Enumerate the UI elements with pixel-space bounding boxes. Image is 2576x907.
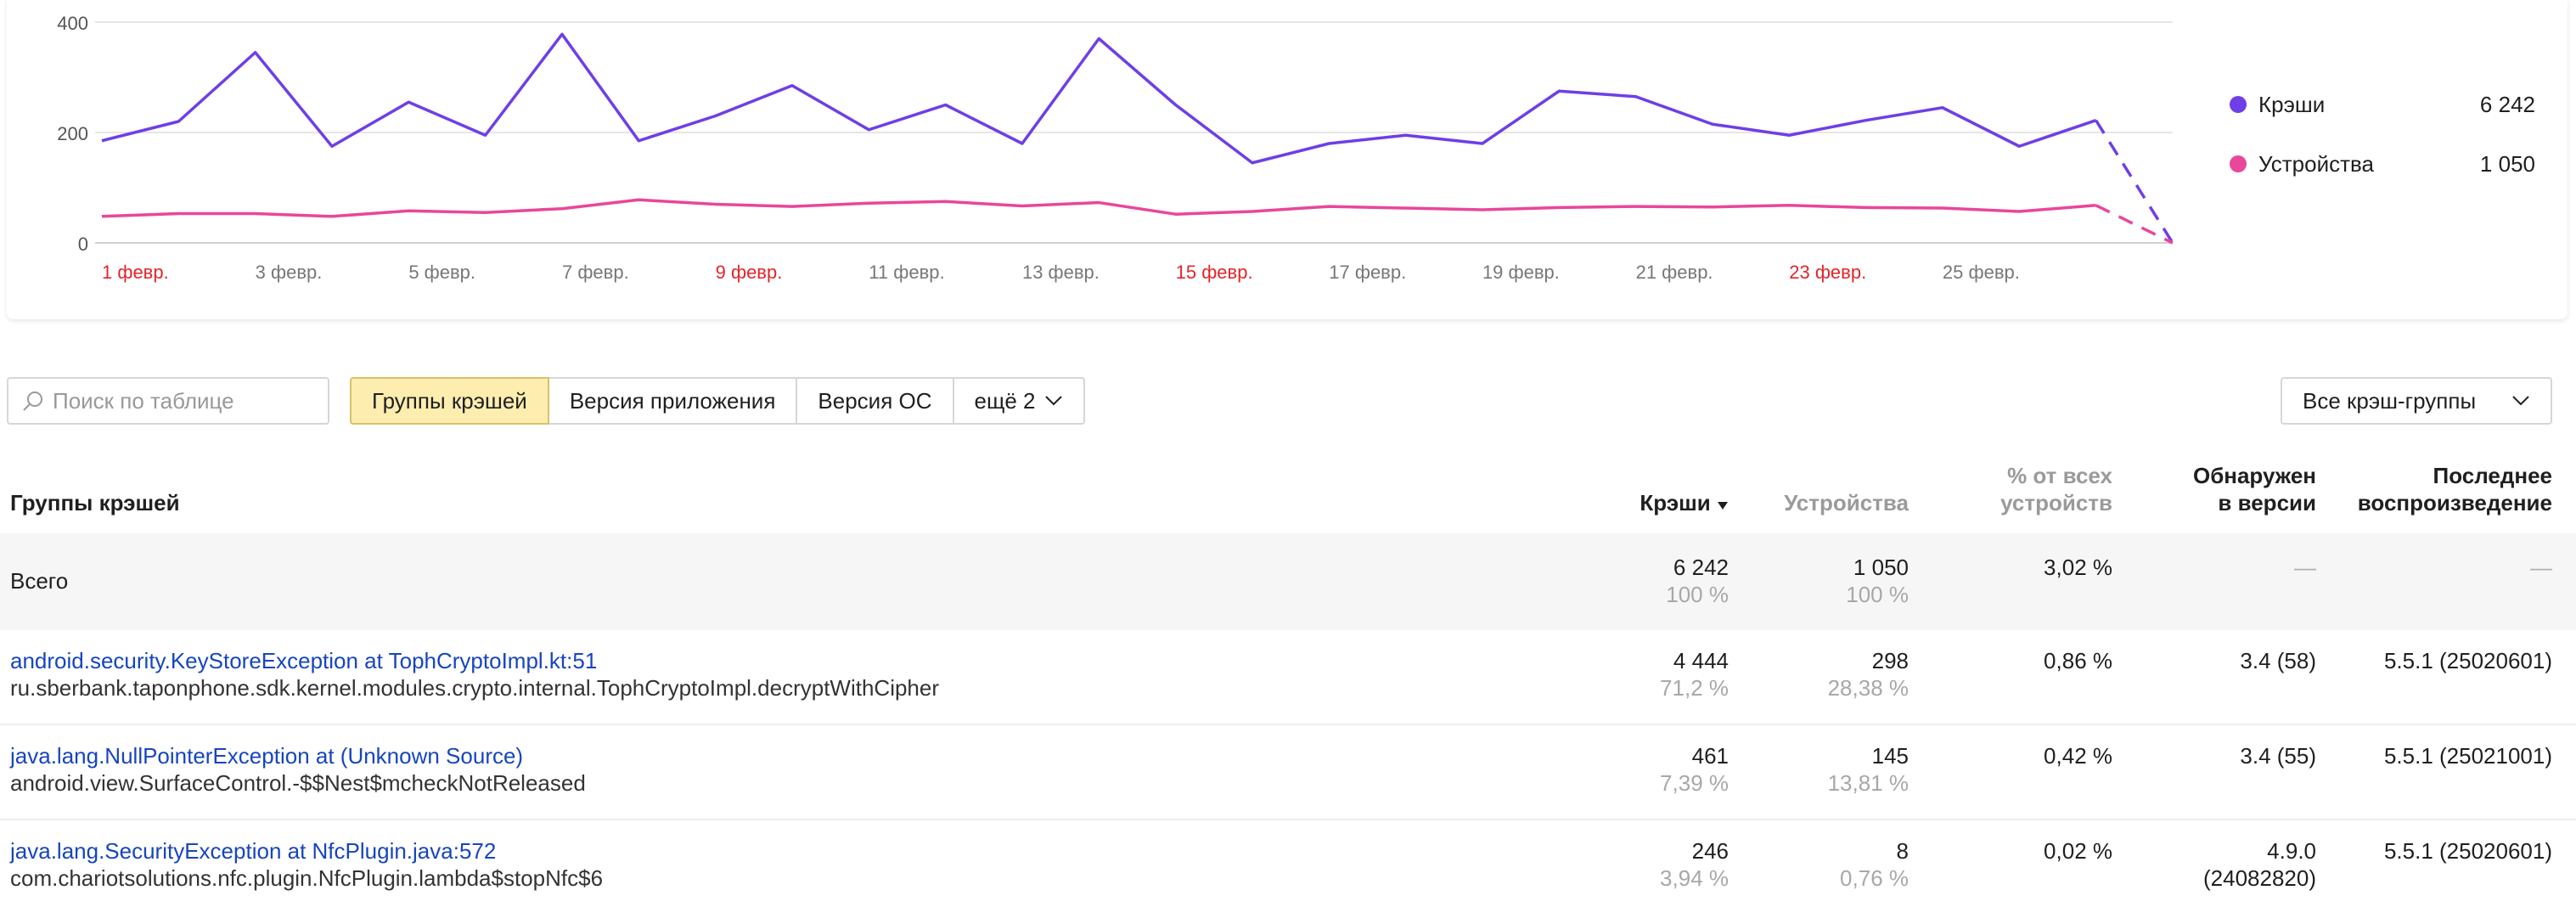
x-tick-label: 7 февр. [562,262,629,283]
crash-group-filter[interactable]: Все крэш-группы [2281,377,2552,425]
found-version-cell: 3.4 (55) [2240,743,2316,769]
chart-card: 0 200 400 1 февр. 3 февр. 5 февр. 7 февр. 9 фев… [7,0,2568,319]
tab-app-version[interactable]: Версия приложения [547,377,798,425]
y-tick-label: 0 [78,234,88,255]
col-header-group[interactable]: Группы крэшей [10,489,180,516]
legend-item-devices[interactable]: Устройства 1 050 [2230,134,2535,194]
crash-group-filter-value: Все крэш-группы [2303,387,2477,414]
total-last: — [2530,555,2552,580]
x-tick-label: 25 февр. [1943,262,2020,283]
tab-label: Версия ОС [818,387,932,414]
crash-chart: 0 200 400 1 февр. 3 февр. 5 февр. 7 февр. 9 фев… [57,13,2174,283]
legend-item-crashes[interactable]: Крэши 6 242 [2230,75,2535,134]
tab-os-version[interactable]: Версия ОС [796,377,954,425]
x-tick-label: 11 февр. [869,262,944,283]
x-tick-label: 19 февр. [1482,262,1560,283]
crash-group-cell: android.security.KeyStoreException at To… [10,647,939,701]
crashes-line [101,32,2097,165]
devices-cell: 8 0,76 % [1840,838,1909,891]
crashes-color-dot [2230,96,2247,113]
x-tick-label: 13 февр. [1022,262,1100,283]
x-tick-label: 15 февр. [1176,262,1253,283]
x-tick-label: 1 февр. [102,262,169,283]
found-version-cell: 4.9.0 (24082820) [2203,838,2316,891]
tab-label: Версия приложения [569,387,776,414]
table-row-total: Всего 6 242 100 % 1 050 100 % 3,02 % — — [0,533,2576,630]
crashes-cell: 461 7,39 % [1660,743,1729,796]
tab-label: ещё 2 [974,387,1036,414]
devices-forecast-line [2095,204,2174,245]
tab-more[interactable]: ещё 2 [952,377,1085,425]
chevron-down-icon [1044,396,1062,406]
legend-label: Крэши [2258,91,2326,117]
crash-group-link[interactable]: android.security.KeyStoreException at To… [10,647,939,674]
total-percent: 3,02 % [2044,555,2112,580]
crash-group-link[interactable]: java.lang.NullPointerException at (Unkno… [10,742,586,769]
y-tick-label: 400 [57,13,88,34]
devices-color-dot [2230,155,2247,172]
x-tick-label: 17 февр. [1329,262,1406,283]
crash-group-cell: java.lang.SecurityException at NfcPlugin… [10,837,603,892]
tab-crash-groups[interactable]: Группы крэшей [350,377,549,425]
col-header-devices[interactable]: Устройства [1732,489,1909,516]
crashes-cell: 4 444 71,2 % [1660,648,1729,701]
found-version-cell: 3.4 (58) [2240,648,2316,673]
x-tick-label: 9 февр. [716,262,783,283]
last-reproduced-cell: 5.5.1 (25020601) [2383,648,2552,673]
col-header-found-in-version[interactable]: Обнаружен в версии [2140,462,2316,516]
table-row[interactable]: java.lang.SecurityException at NfcPlugin… [0,820,2576,907]
col-header-crashes[interactable]: Крэши [1596,489,1729,516]
legend-value: 6 242 [2479,91,2535,117]
search-icon [23,392,42,411]
legend-value: 1 050 [2479,150,2535,177]
crash-table: Группы крэшей Крэши Устройства % от всех… [0,448,2576,907]
percent-cell: 0,42 % [2044,743,2112,769]
table-row[interactable]: android.security.KeyStoreException at To… [0,630,2576,725]
sort-desc-icon [1718,502,1728,510]
total-crashes: 6 242 100 % [1666,555,1729,607]
percent-cell: 0,02 % [2044,838,2112,864]
devices-cell: 145 13,81 % [1827,743,1909,796]
chevron-down-icon [2512,396,2529,406]
x-tick-label: 5 февр. [408,262,475,283]
x-tick-label: 21 февр. [1636,262,1713,283]
chart-legend: Крэши 6 242 Устройства 1 050 [2230,75,2535,194]
percent-cell: 0,86 % [2044,648,2112,673]
crashes-forecast-line [2095,119,2174,244]
search-input[interactable] [53,387,328,414]
crash-group-link[interactable]: java.lang.SecurityException at NfcPlugin… [10,837,603,865]
last-reproduced-cell: 5.5.1 (25021001) [2383,743,2552,769]
crash-group-method: ru.sberbank.taponphone.sdk.kernel.module… [10,675,940,701]
col-header-percent[interactable]: % от всех устройств [1936,462,2112,516]
devices-line [101,198,2096,218]
total-found: — [2294,555,2316,580]
x-tick-label: 3 февр. [256,262,323,283]
crash-group-method: com.chariotsolutions.nfc.plugin.NfcPlugi… [10,865,604,891]
total-label: Всего [10,568,69,594]
table-search[interactable] [7,377,329,425]
crash-group-method: android.view.SurfaceControl.-$$Nest$mche… [10,770,586,796]
table-row[interactable]: java.lang.NullPointerException at (Unkno… [0,725,2576,820]
crash-group-cell: java.lang.NullPointerException at (Unkno… [10,742,586,797]
y-tick-label: 200 [57,123,88,144]
last-reproduced-cell: 5.5.1 (25020601) [2383,838,2552,864]
tab-label: Группы крэшей [372,387,527,414]
table-header: Группы крэшей Крэши Устройства % от всех… [0,448,2576,533]
crashes-cell: 246 3,94 % [1660,838,1729,891]
x-tick-label: 23 февр. [1789,262,1866,283]
grouping-tabs: Группы крэшей Версия приложения Версия О… [350,377,1085,425]
devices-cell: 298 28,38 % [1827,648,1909,701]
legend-label: Устройства [2258,150,2375,177]
col-header-last-reproduced[interactable]: Последнее воспроизведение [2318,462,2552,516]
total-devices: 1 050 100 % [1846,555,1909,607]
